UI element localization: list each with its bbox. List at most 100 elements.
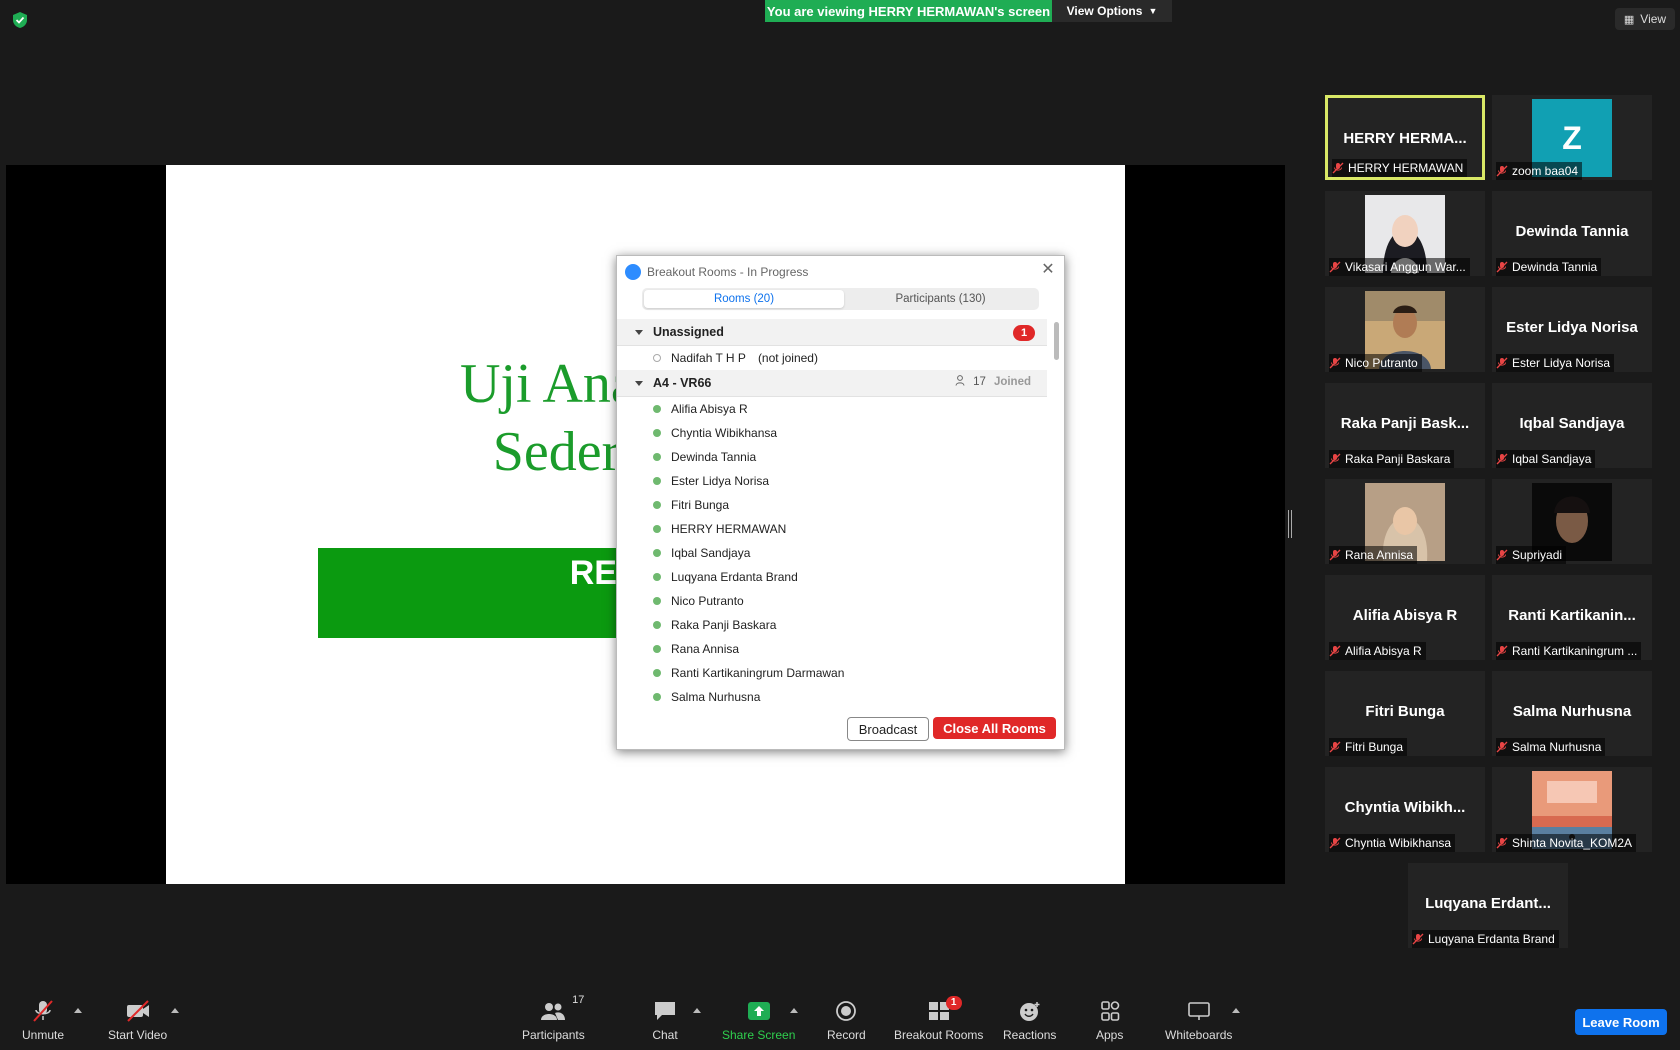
participant-name-label: Shinta Novita_KOM2A [1496,834,1637,852]
participant-name: Ranti Kartikaningrum ... [1512,644,1638,658]
participant-name-label: Raka Panji Baskara [1329,450,1455,468]
group-unassigned[interactable]: Unassigned 1 [617,319,1047,346]
room-participant[interactable]: Salma Nurhusna [617,685,1047,702]
broadcast-button[interactable]: Broadcast [847,717,929,741]
start-video-button[interactable]: Start Video [108,1000,167,1042]
room-participant[interactable]: Rana Annisa [617,637,1047,661]
leave-room-button[interactable]: Leave Room [1575,1009,1667,1035]
participant-name: Fitri Bunga [1345,740,1404,754]
breakout-tabs: Rooms (20) Participants (130) [642,288,1039,310]
participants-icon: 17 [540,994,584,1022]
room-participant[interactable]: Ranti Kartikaningrum Darmawan [617,661,1047,685]
view-button[interactable]: ▦ View [1615,8,1675,30]
breakout-rooms-dialog: Breakout Rooms - In Progress ✕ Rooms (20… [616,255,1065,750]
participant-display-name: Iqbal Sandjaya [1519,415,1625,432]
participant-name-label: Vikasari Anggun War... [1329,258,1470,276]
view-options-button[interactable]: View Options ▼ [1052,0,1172,22]
shield-icon[interactable] [10,10,30,30]
participant-name: Salma Nurhusna [1512,740,1602,754]
share-options-caret[interactable] [790,1008,798,1013]
video-options-caret[interactable] [171,1008,179,1013]
viewing-banner: You are viewing HERRY HERMAWAN's screen [765,0,1052,22]
room-participant[interactable]: Dewinda Tannia [617,445,1047,469]
participant-name: Ester Lidya Norisa [1512,356,1611,370]
participant-tile[interactable]: Iqbal Sandjaya Iqbal Sandjaya [1492,383,1652,468]
chevron-down-icon: ▼ [1148,6,1158,16]
breakout-rooms-button[interactable]: 1 Breakout Rooms [894,996,984,1042]
room-participant[interactable]: Iqbal Sandjaya [617,541,1047,565]
participant-display-name: Raka Panji Bask... [1340,415,1470,432]
participant-display-name: Fitri Bunga [1365,703,1445,720]
participant-tile[interactable]: Dewinda Tannia Dewinda Tannia [1492,191,1652,276]
scroll-thumb[interactable] [1054,322,1059,360]
rooms-scrollbar[interactable] [1053,319,1060,702]
chat-label: Chat [652,1028,678,1042]
participant-tile[interactable]: Luqyana Erdant... Luqyana Erdanta Brand [1408,863,1568,948]
participant-tile[interactable]: Vikasari Anggun War... [1325,191,1485,276]
participant-tile[interactable]: HERRY HERMA... HERRY HERMAWAN [1325,95,1485,180]
share-screen-label: Share Screen [722,1028,796,1042]
chat-options-caret[interactable] [693,1008,701,1013]
room-participant[interactable]: Ester Lidya Norisa [617,469,1047,493]
participant-tile[interactable]: Ester Lidya Norisa Ester Lidya Norisa [1492,287,1652,372]
participant-name-label: Salma Nurhusna [1496,738,1606,756]
room-label: A4 - VR66 [653,376,712,390]
close-all-rooms-button[interactable]: Close All Rooms [933,717,1056,739]
participant-name-label: Fitri Bunga [1329,738,1408,756]
reactions-button[interactable]: Reactions [1003,1000,1056,1042]
participant-tile[interactable]: Ranti Kartikanin... Ranti Kartikaningrum … [1492,575,1652,660]
share-screen-button[interactable]: Share Screen [722,1000,795,1042]
audio-options-caret[interactable] [74,1008,82,1013]
chat-button[interactable]: Chat [652,1000,678,1042]
participant-tile[interactable]: Shinta Novita_KOM2A [1492,767,1652,852]
unmute-button[interactable]: Unmute [22,1000,64,1042]
mic-muted-icon [1496,261,1508,273]
mic-muted-icon [1329,645,1341,657]
participant-tile[interactable]: Salma Nurhusna Salma Nurhusna [1492,671,1652,756]
participant-tile[interactable]: Nico Putranto [1325,287,1485,372]
participant-name: Dewinda Tannia [1512,260,1598,274]
participant-tile[interactable]: Fitri Bunga Fitri Bunga [1325,671,1485,756]
participant-name: Nico Putranto [671,594,744,608]
whiteboard-options-caret[interactable] [1232,1008,1240,1013]
whiteboards-button[interactable]: Whiteboards [1165,1000,1232,1042]
participant-name-label: zoom baa04 [1496,162,1583,180]
caret-down-icon[interactable] [635,329,643,335]
participant-display-name: Salma Nurhusna [1512,703,1632,720]
room-participant[interactable]: Fitri Bunga [617,493,1047,517]
participant-tile[interactable]: Supriyadi [1492,479,1652,564]
room-participant[interactable]: Nico Putranto [617,589,1047,613]
apps-icon [1097,1000,1123,1022]
group-room-a4[interactable]: A4 - VR66 17 Joined [617,370,1047,397]
apps-button[interactable]: Apps [1096,1000,1123,1042]
caret-down-icon[interactable] [635,380,643,386]
breakout-rooms-label: Breakout Rooms [894,1028,984,1042]
status-dot-icon [653,501,661,509]
mic-muted-icon [1496,549,1508,561]
gallery-resize-handle[interactable] [1288,510,1292,538]
room-participant[interactable]: Chyntia Wibikhansa [617,421,1047,445]
participant-tile[interactable]: Zzoom baa04 [1492,95,1652,180]
room-participant[interactable]: HERRY HERMAWAN [617,517,1047,541]
participant-tile[interactable]: Alifia Abisya R Alifia Abisya R [1325,575,1485,660]
room-participant[interactable]: Luqyana Erdanta Brand [617,565,1047,589]
participant-name-label: Dewinda Tannia [1496,258,1602,276]
room-participant[interactable]: Alifia Abisya R [617,397,1047,421]
participant-tile[interactable]: Chyntia Wibikh... Chyntia Wibikhansa [1325,767,1485,852]
close-icon[interactable]: ✕ [1040,262,1056,278]
participants-button[interactable]: 17 Participants [522,994,585,1042]
dialog-title: Breakout Rooms - In Progress [647,265,809,279]
participant-tile[interactable]: Raka Panji Bask... Raka Panji Baskara [1325,383,1485,468]
rooms-list: Unassigned 1 Nadifah T H P (not joined) A… [617,319,1047,702]
view-options-label: View Options [1066,4,1143,18]
participant-name: Salma Nurhusna [671,690,761,702]
unassigned-participant[interactable]: Nadifah T H P (not joined) [617,346,1047,370]
status-dot-icon [653,429,661,437]
status-dot-icon [653,453,661,461]
participant-tile[interactable]: Rana Annisa [1325,479,1485,564]
room-count: 17 [973,376,986,388]
tab-rooms[interactable]: Rooms (20) [644,290,844,308]
room-participant[interactable]: Raka Panji Baskara [617,613,1047,637]
record-button[interactable]: Record [827,1000,866,1042]
tab-participants[interactable]: Participants (130) [844,290,1037,308]
